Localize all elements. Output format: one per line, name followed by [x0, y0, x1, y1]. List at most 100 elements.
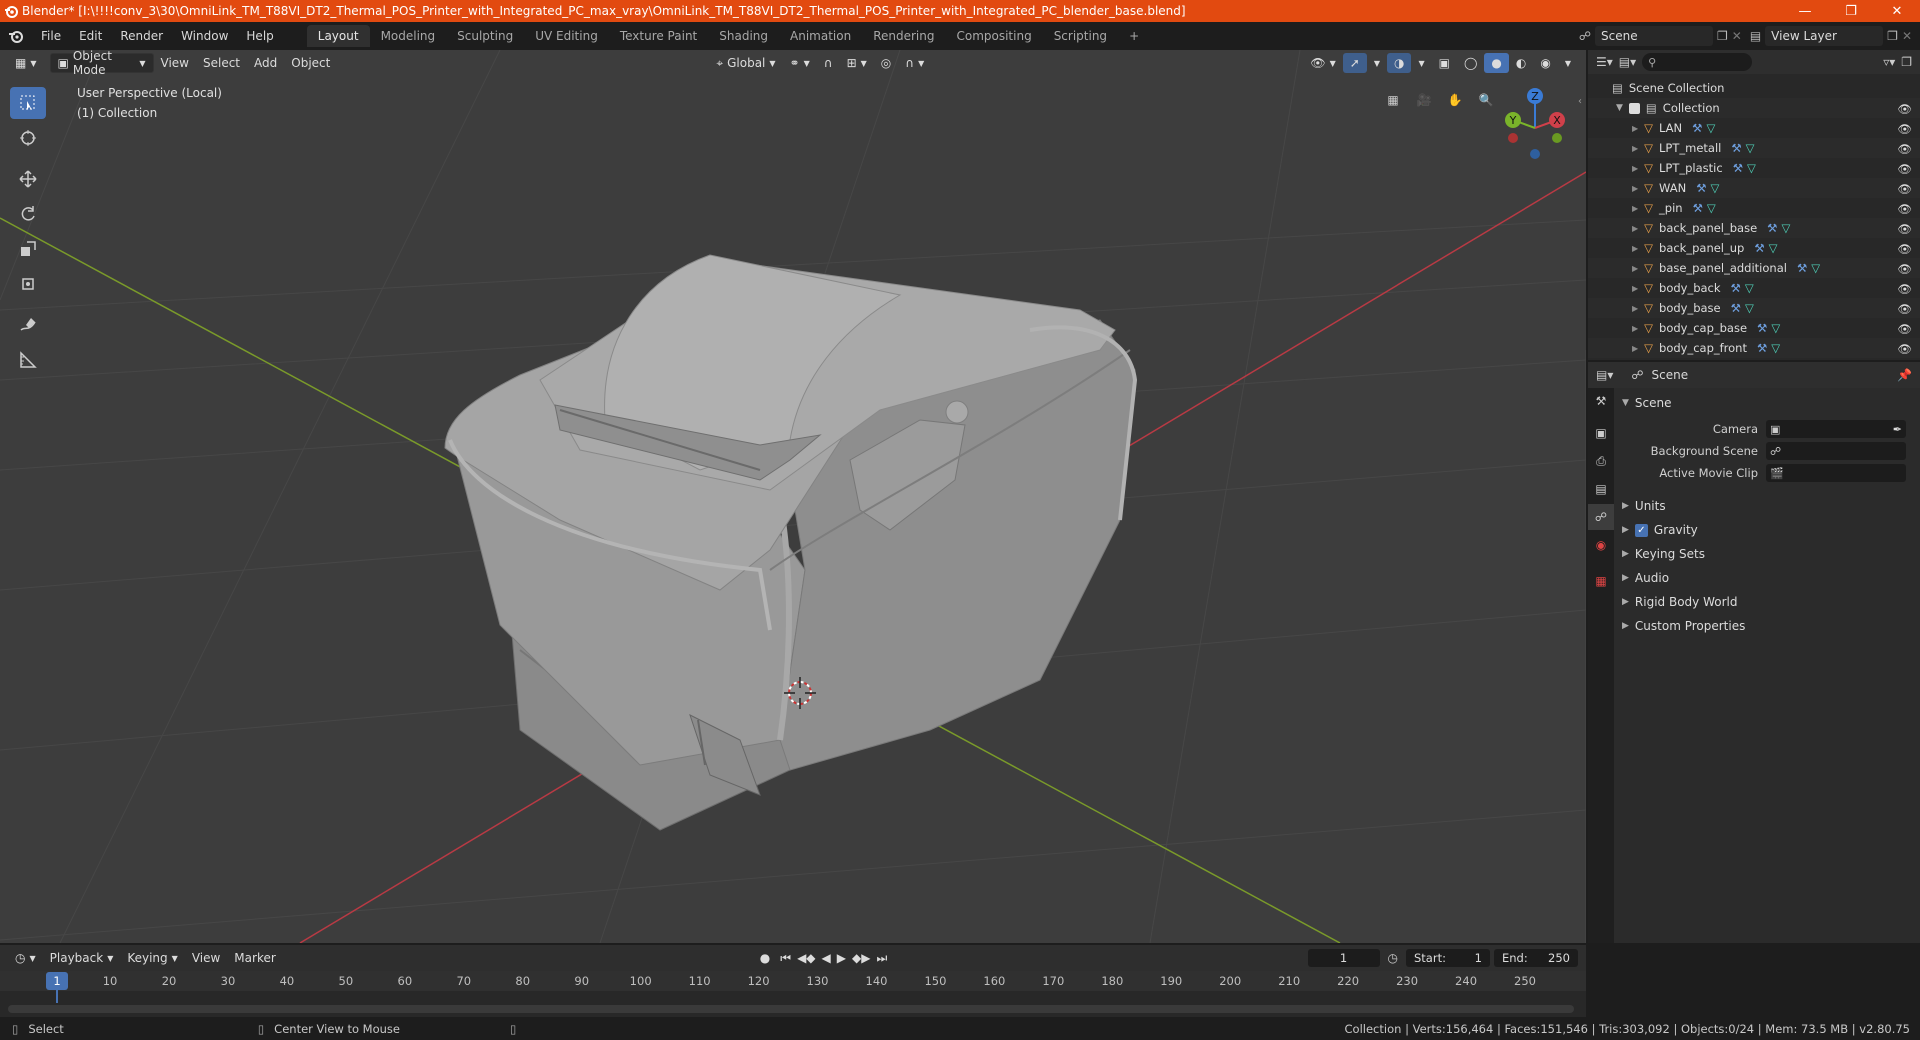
outliner-object-row[interactable]: ▶ ▽ LAN ⚒ ▽ 👁: [1588, 118, 1920, 138]
properties-editor-type-icon[interactable]: ▤▾: [1596, 368, 1613, 382]
record-button[interactable]: ●: [753, 948, 777, 968]
menu-add[interactable]: Add: [247, 53, 284, 73]
tab-shading[interactable]: Shading: [708, 25, 779, 47]
outliner-object-row[interactable]: ▶ ▽ body_back ⚒ ▽ 👁: [1588, 278, 1920, 298]
minimize-button[interactable]: —: [1782, 0, 1828, 22]
visibility-dropdown[interactable]: 👁 ▼: [1303, 53, 1342, 73]
mesh-data-icon[interactable]: ▽: [1745, 301, 1754, 315]
gizmo-toggle[interactable]: ➚: [1342, 53, 1367, 73]
modifier-wrench-icon[interactable]: ⚒: [1693, 201, 1703, 215]
modifier-wrench-icon[interactable]: ⚒: [1731, 281, 1741, 295]
tab-uv-editing[interactable]: UV Editing: [524, 25, 609, 47]
eye-icon[interactable]: 👁: [1897, 342, 1912, 356]
xray-toggle[interactable]: ▣: [1432, 53, 1457, 73]
eye-icon[interactable]: 👁: [1897, 122, 1912, 136]
mesh-data-icon[interactable]: ▽: [1706, 121, 1715, 135]
timeline-editor-type-button[interactable]: ◷ ▼: [8, 948, 43, 968]
jump-end-button[interactable]: ⏭: [873, 948, 890, 968]
delete-scene-icon[interactable]: ✕: [1732, 29, 1742, 43]
view-layer-selector[interactable]: View Layer: [1765, 26, 1884, 46]
expand-arrow-icon[interactable]: ▼: [1616, 103, 1623, 113]
tab-sculpting[interactable]: Sculpting: [446, 25, 524, 47]
mesh-data-icon[interactable]: ▽: [1746, 141, 1755, 155]
outliner-object-row[interactable]: ▶ ▽ _pin ⚒ ▽ 👁: [1588, 198, 1920, 218]
tab-animation[interactable]: Animation: [779, 25, 862, 47]
gizmo-dropdown[interactable]: ▼: [1367, 53, 1387, 73]
outliner-object-row[interactable]: ▶ ▽ LPT_plastic ⚒ ▽ 👁: [1588, 158, 1920, 178]
modifier-wrench-icon[interactable]: ⚒: [1731, 301, 1741, 315]
menu-object[interactable]: Object: [284, 53, 337, 73]
shading-solid-button[interactable]: ●: [1484, 53, 1509, 73]
scene-panel-header[interactable]: ▼ Scene: [1614, 392, 1920, 414]
eye-icon[interactable]: 👁: [1897, 142, 1912, 156]
render-tab[interactable]: ▣: [1588, 420, 1614, 446]
tab-compositing[interactable]: Compositing: [945, 25, 1042, 47]
rotate-tool[interactable]: [10, 198, 46, 230]
tool-settings-tab[interactable]: ⚒: [1588, 388, 1614, 414]
eye-icon[interactable]: 👁: [1897, 162, 1912, 176]
expand-arrow-icon[interactable]: ▶: [1632, 284, 1638, 293]
eye-icon[interactable]: 👁: [1897, 222, 1912, 236]
mesh-data-icon[interactable]: ▽: [1769, 241, 1778, 255]
menu-file[interactable]: File: [32, 24, 70, 48]
checkbox-icon[interactable]: [1628, 102, 1640, 114]
background-scene-field[interactable]: ☍: [1766, 442, 1906, 460]
active-movie-clip-field[interactable]: 🎬: [1766, 464, 1906, 482]
mesh-data-icon[interactable]: ▽: [1771, 341, 1780, 355]
display-mode-icon[interactable]: ▤▾: [1619, 55, 1636, 69]
modifier-wrench-icon[interactable]: ⚒: [1696, 181, 1706, 195]
move-tool[interactable]: [10, 163, 46, 195]
snap-target-dropdown[interactable]: ⊞ ▼: [840, 53, 874, 73]
gravity-checkbox[interactable]: ✓: [1634, 523, 1648, 537]
menu-view[interactable]: View: [154, 53, 196, 73]
expand-arrow-icon[interactable]: ▶: [1632, 204, 1638, 213]
marker-menu[interactable]: Marker: [227, 948, 282, 968]
new-collection-icon[interactable]: ❐: [1901, 55, 1912, 69]
transform-orientation-dropdown[interactable]: ⌖ Global ▼: [709, 53, 782, 73]
delete-view-layer-icon[interactable]: ✕: [1902, 29, 1912, 43]
eyedropper-icon[interactable]: ✒: [1893, 423, 1902, 436]
eye-icon[interactable]: 👁: [1897, 242, 1912, 256]
outliner-object-row[interactable]: ▶ ▽ WAN ⚒ ▽ 👁: [1588, 178, 1920, 198]
pivot-point-dropdown[interactable]: ⚭ ▼: [783, 53, 817, 73]
outliner-object-row[interactable]: ▶ ▽ body_base ⚒ ▽ 👁: [1588, 298, 1920, 318]
units-panel-header[interactable]: ▶ Units: [1614, 494, 1920, 518]
play-button[interactable]: ▶: [834, 948, 849, 968]
modifier-wrench-icon[interactable]: ⚒: [1754, 241, 1764, 255]
expand-arrow-icon[interactable]: ▶: [1632, 244, 1638, 253]
blender-menu-icon[interactable]: [0, 29, 32, 43]
outliner-object-row[interactable]: ▶ ▽ back_panel_up ⚒ ▽ 👁: [1588, 238, 1920, 258]
new-view-layer-icon[interactable]: ❐: [1887, 29, 1898, 43]
view-layer-tab[interactable]: ▤: [1588, 476, 1614, 502]
mesh-data-icon[interactable]: ▽: [1745, 281, 1754, 295]
overlays-toggle[interactable]: ◑: [1386, 53, 1412, 73]
annotate-tool[interactable]: [10, 309, 46, 341]
measure-tool[interactable]: [10, 344, 46, 376]
outliner-editor-type-icon[interactable]: ☰▾: [1596, 55, 1613, 69]
modifier-wrench-icon[interactable]: ⚒: [1757, 341, 1767, 355]
scale-tool[interactable]: [10, 233, 46, 265]
jump-start-button[interactable]: ⏮: [777, 948, 794, 968]
gizmo-neg-z[interactable]: [1530, 149, 1540, 159]
snap-toggle[interactable]: ∩: [817, 53, 840, 73]
camera-field[interactable]: ▣ ✒: [1766, 420, 1906, 438]
add-workspace-button[interactable]: +: [1118, 25, 1150, 47]
prev-keyframe-button[interactable]: ◀◆: [794, 948, 818, 968]
pan-hand-icon[interactable]: ✋: [1442, 87, 1468, 113]
timeline-ruler[interactable]: 1 10 20 30 40 50 60 70 80 90 100 110 120 130 140 150 160…: [0, 971, 1586, 1003]
outliner-object-row[interactable]: ▶ ▽ back_panel_base ⚒ ▽ 👁: [1588, 218, 1920, 238]
eye-icon[interactable]: 👁: [1897, 102, 1912, 116]
auto-keying-stopwatch-icon[interactable]: ◷: [1388, 951, 1398, 965]
shading-material-button[interactable]: ◐: [1509, 53, 1533, 73]
world-tab[interactable]: ◉: [1588, 532, 1614, 558]
outliner-object-row[interactable]: ▶ ▽ LPT_metall ⚒ ▽ 👁: [1588, 138, 1920, 158]
eye-icon[interactable]: 👁: [1897, 182, 1912, 196]
zoom-magnifier-icon[interactable]: 🔍: [1473, 87, 1499, 113]
tab-rendering[interactable]: Rendering: [862, 25, 945, 47]
eye-icon[interactable]: 👁: [1897, 202, 1912, 216]
shading-rendered-button[interactable]: ◉: [1533, 53, 1557, 73]
outliner-collection[interactable]: ▼ ▤ Collection 👁: [1588, 98, 1920, 118]
falloff-dropdown[interactable]: ∩ ▼: [898, 53, 931, 73]
mesh-data-icon[interactable]: ▽: [1811, 261, 1820, 275]
expand-arrow-icon[interactable]: ▶: [1632, 144, 1638, 153]
